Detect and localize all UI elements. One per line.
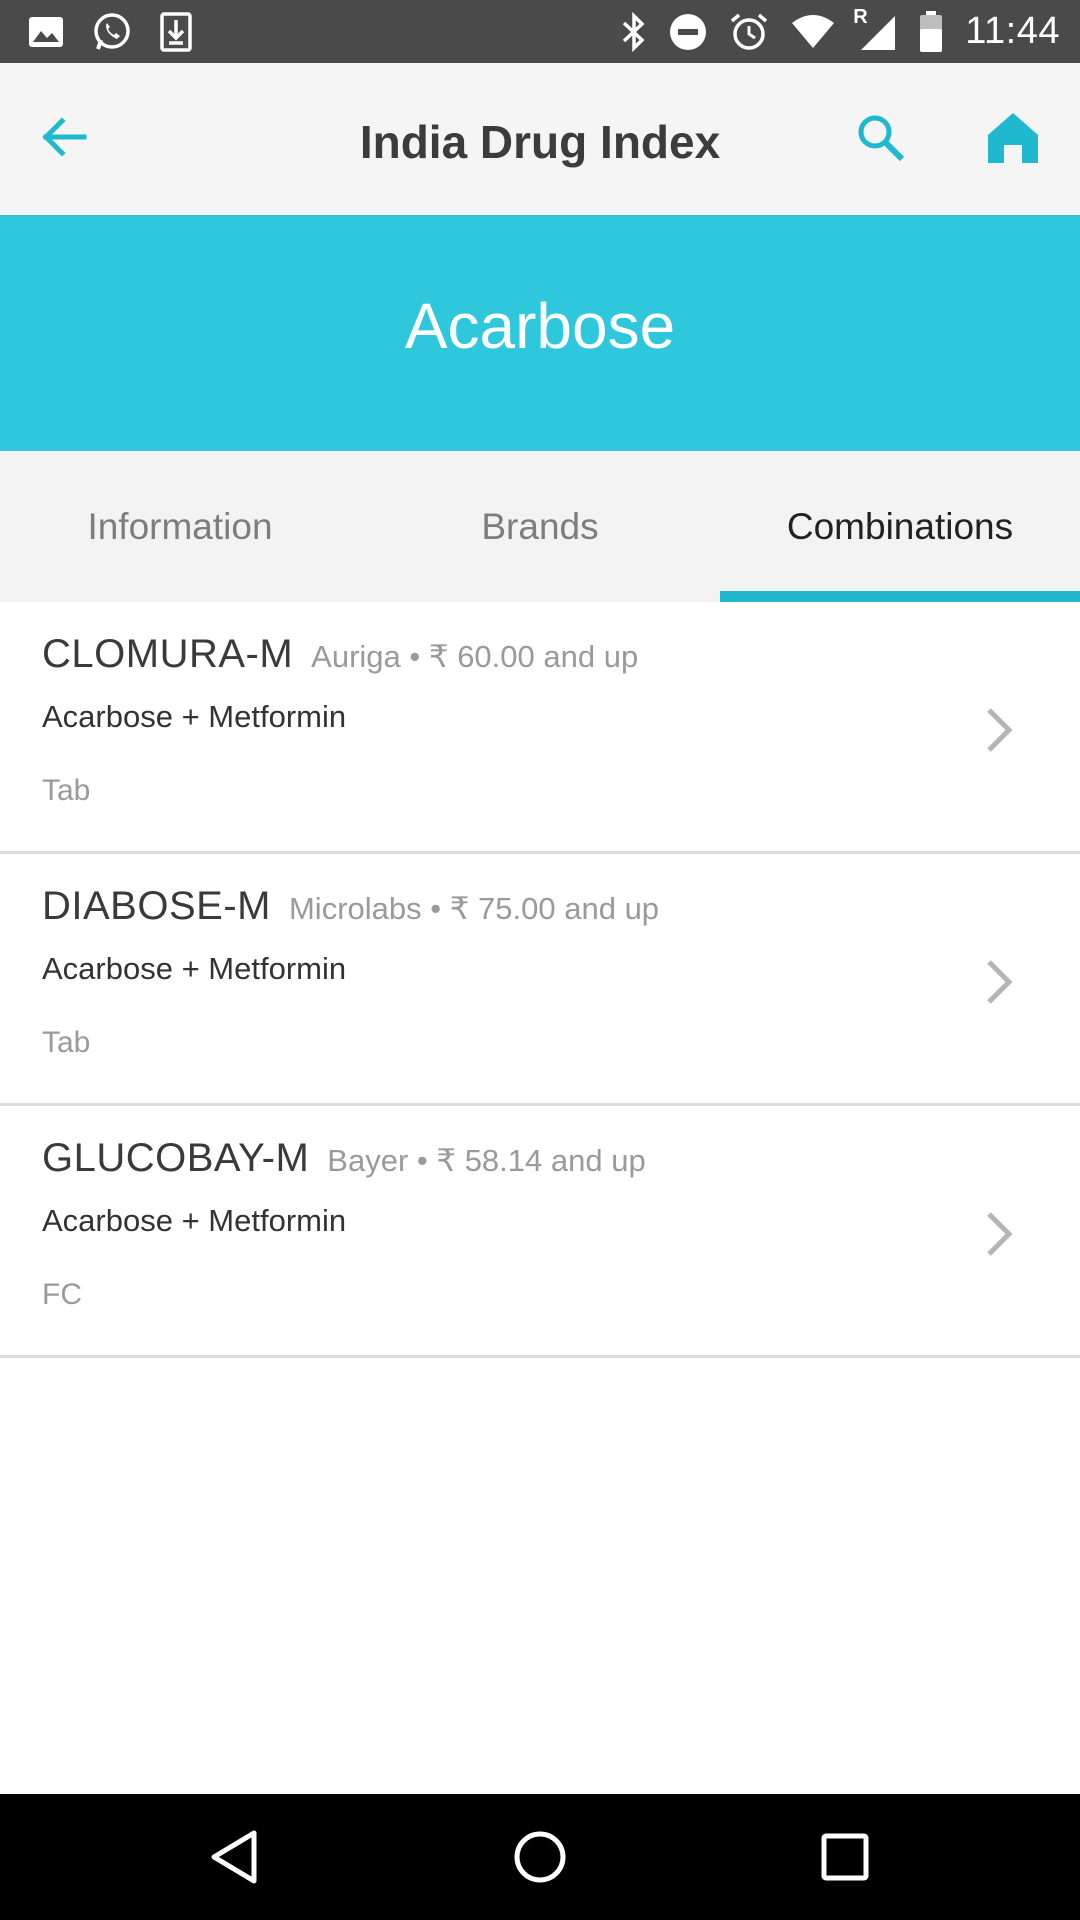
brand-meta: Microlabs • ₹ 75.00 and up: [288, 891, 660, 926]
chevron-right-icon: [984, 706, 1014, 754]
tab-information[interactable]: Information: [0, 451, 360, 602]
image-icon: [28, 16, 64, 48]
list-item[interactable]: CLOMURA-M Auriga • ₹ 60.00 and up Acarbo…: [0, 602, 1080, 854]
chevron-right-icon: [984, 958, 1014, 1006]
composition: Acarbose + Metformin: [42, 699, 347, 734]
home-icon[interactable]: [986, 111, 1040, 163]
signal-roaming-icon: R: [853, 6, 897, 52]
list-item[interactable]: GLUCOBAY-M Bayer • ₹ 58.14 and up Acarbo…: [0, 1106, 1080, 1358]
tab-brands[interactable]: Brands: [360, 451, 720, 602]
app-bar: India Drug Index: [0, 63, 1080, 215]
system-nav-bar: [0, 1794, 1080, 1920]
drug-name: Acarbose: [404, 290, 676, 362]
dosage-form: Tab: [42, 774, 91, 807]
status-left-icons: [28, 11, 220, 52]
tab-bar: Information Brands Combinations: [0, 451, 1080, 602]
brand-name: CLOMURA-M: [42, 632, 294, 676]
dosage-form: Tab: [42, 1026, 91, 1059]
nav-home-icon[interactable]: [510, 1827, 570, 1887]
do-not-disturb-icon: [669, 13, 707, 51]
chevron-right-icon: [984, 1210, 1014, 1258]
list-item[interactable]: DIABOSE-M Microlabs • ₹ 75.00 and up Aca…: [0, 854, 1080, 1106]
composition: Acarbose + Metformin: [42, 1203, 347, 1238]
wifi-icon: [791, 14, 835, 49]
status-right-icons: R 11:44: [599, 6, 1060, 53]
download-icon: [160, 11, 192, 52]
list-item-header: GLUCOBAY-M Bayer • ₹ 58.14 and up: [42, 1136, 646, 1181]
bluetooth-icon: [621, 11, 647, 52]
nav-back-icon[interactable]: [206, 1827, 266, 1887]
list-item-header: CLOMURA-M Auriga • ₹ 60.00 and up: [42, 632, 638, 677]
status-bar: R 11:44: [0, 0, 1080, 63]
nav-recent-apps-icon[interactable]: [815, 1827, 875, 1887]
combinations-list: CLOMURA-M Auriga • ₹ 60.00 and up Acarbo…: [0, 602, 1080, 1358]
brand-name: DIABOSE-M: [42, 884, 271, 928]
drug-banner: Acarbose: [0, 215, 1080, 451]
app-title: India Drug Index: [359, 116, 721, 168]
brand-meta: Bayer • ₹ 58.14 and up: [327, 1143, 646, 1178]
tab-combinations[interactable]: Combinations: [720, 451, 1080, 602]
list-item-header: DIABOSE-M Microlabs • ₹ 75.00 and up: [42, 884, 659, 929]
roaming-label: R: [853, 5, 868, 28]
whatsapp-icon: [92, 12, 132, 52]
battery-icon: [919, 10, 943, 53]
status-time: 11:44: [965, 10, 1060, 52]
brand-name: GLUCOBAY-M: [42, 1136, 310, 1180]
brand-meta: Auriga • ₹ 60.00 and up: [311, 639, 639, 674]
composition: Acarbose + Metformin: [42, 951, 347, 986]
dosage-form: FC: [42, 1278, 82, 1311]
alarm-icon: [729, 12, 769, 52]
search-icon[interactable]: [856, 113, 906, 163]
